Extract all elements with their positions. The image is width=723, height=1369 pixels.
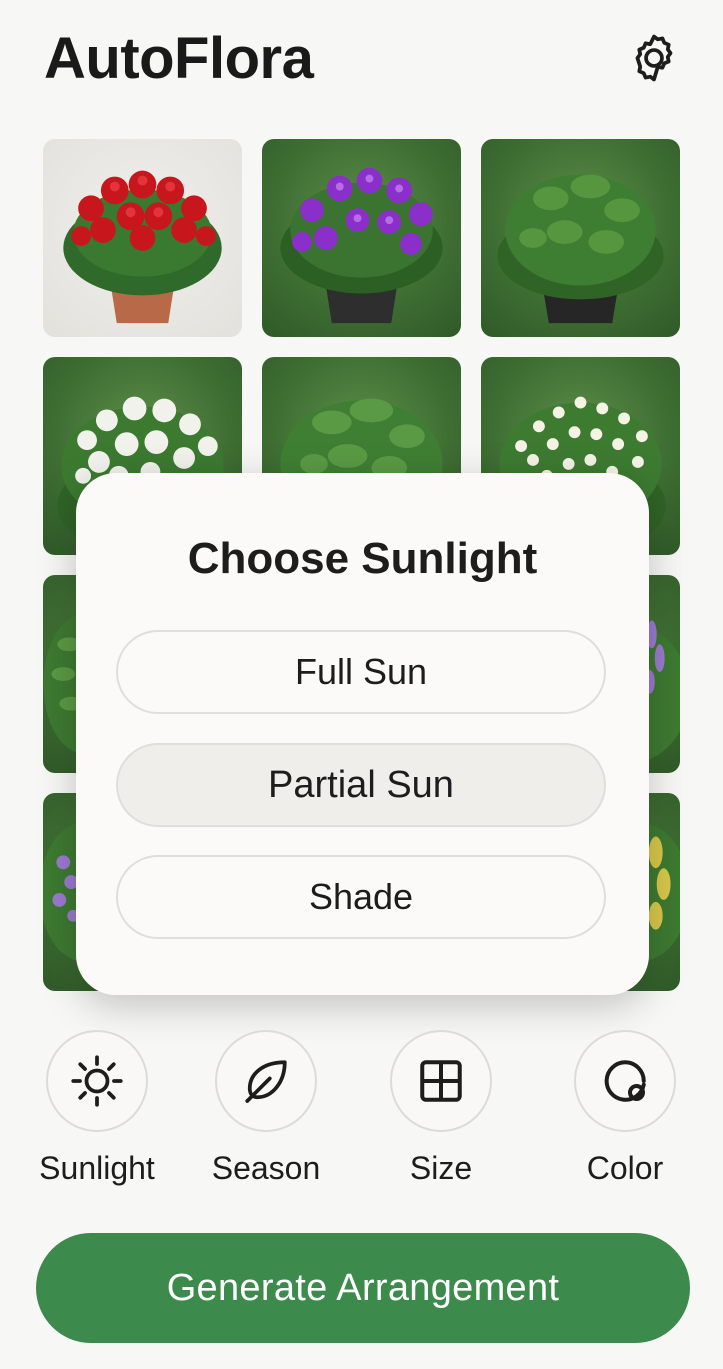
filter-season-label: Season xyxy=(211,1150,321,1186)
filter-season-circle[interactable] xyxy=(215,1030,317,1132)
purple-petunia-image xyxy=(280,167,443,324)
plant-tile-green-foliage[interactable] xyxy=(481,139,680,337)
filter-sunlight-label: Sunlight xyxy=(39,1150,155,1186)
filter-color[interactable]: Color xyxy=(568,1030,682,1187)
leaf-icon xyxy=(245,1060,287,1103)
app-title: AutoFlora xyxy=(44,26,314,91)
filter-sunlight[interactable]: Sunlight xyxy=(28,1030,166,1187)
grid-icon xyxy=(420,1060,462,1102)
filter-size-circle[interactable] xyxy=(390,1030,492,1132)
settings-button[interactable] xyxy=(624,28,684,88)
option-shade[interactable]: Shade xyxy=(116,855,606,939)
plant-tile-red-geranium[interactable] xyxy=(43,139,242,337)
filter-color-circle[interactable] xyxy=(574,1030,676,1132)
option-full-sun[interactable]: Full Sun xyxy=(116,630,606,714)
sun-icon xyxy=(71,1055,123,1107)
green-foliage-image xyxy=(497,174,664,324)
filter-color-label: Color xyxy=(586,1150,664,1186)
sunlight-modal: Choose Sunlight Full Sun Partial Sun Sha… xyxy=(76,473,649,995)
generate-arrangement-button[interactable]: Generate Arrangement xyxy=(36,1233,690,1343)
red-geranium-image xyxy=(63,170,222,324)
gear-icon xyxy=(635,34,673,82)
filter-size[interactable]: Size xyxy=(385,1030,497,1187)
filter-size-label: Size xyxy=(409,1150,473,1186)
filter-season[interactable]: Season xyxy=(204,1030,328,1187)
option-partial-sun[interactable]: Partial Sun xyxy=(116,743,606,827)
palette-icon xyxy=(604,1060,646,1102)
modal-title: Choose Sunlight xyxy=(187,534,538,583)
plant-tile-purple-petunia[interactable] xyxy=(262,139,461,337)
filter-sunlight-circle[interactable] xyxy=(46,1030,148,1132)
